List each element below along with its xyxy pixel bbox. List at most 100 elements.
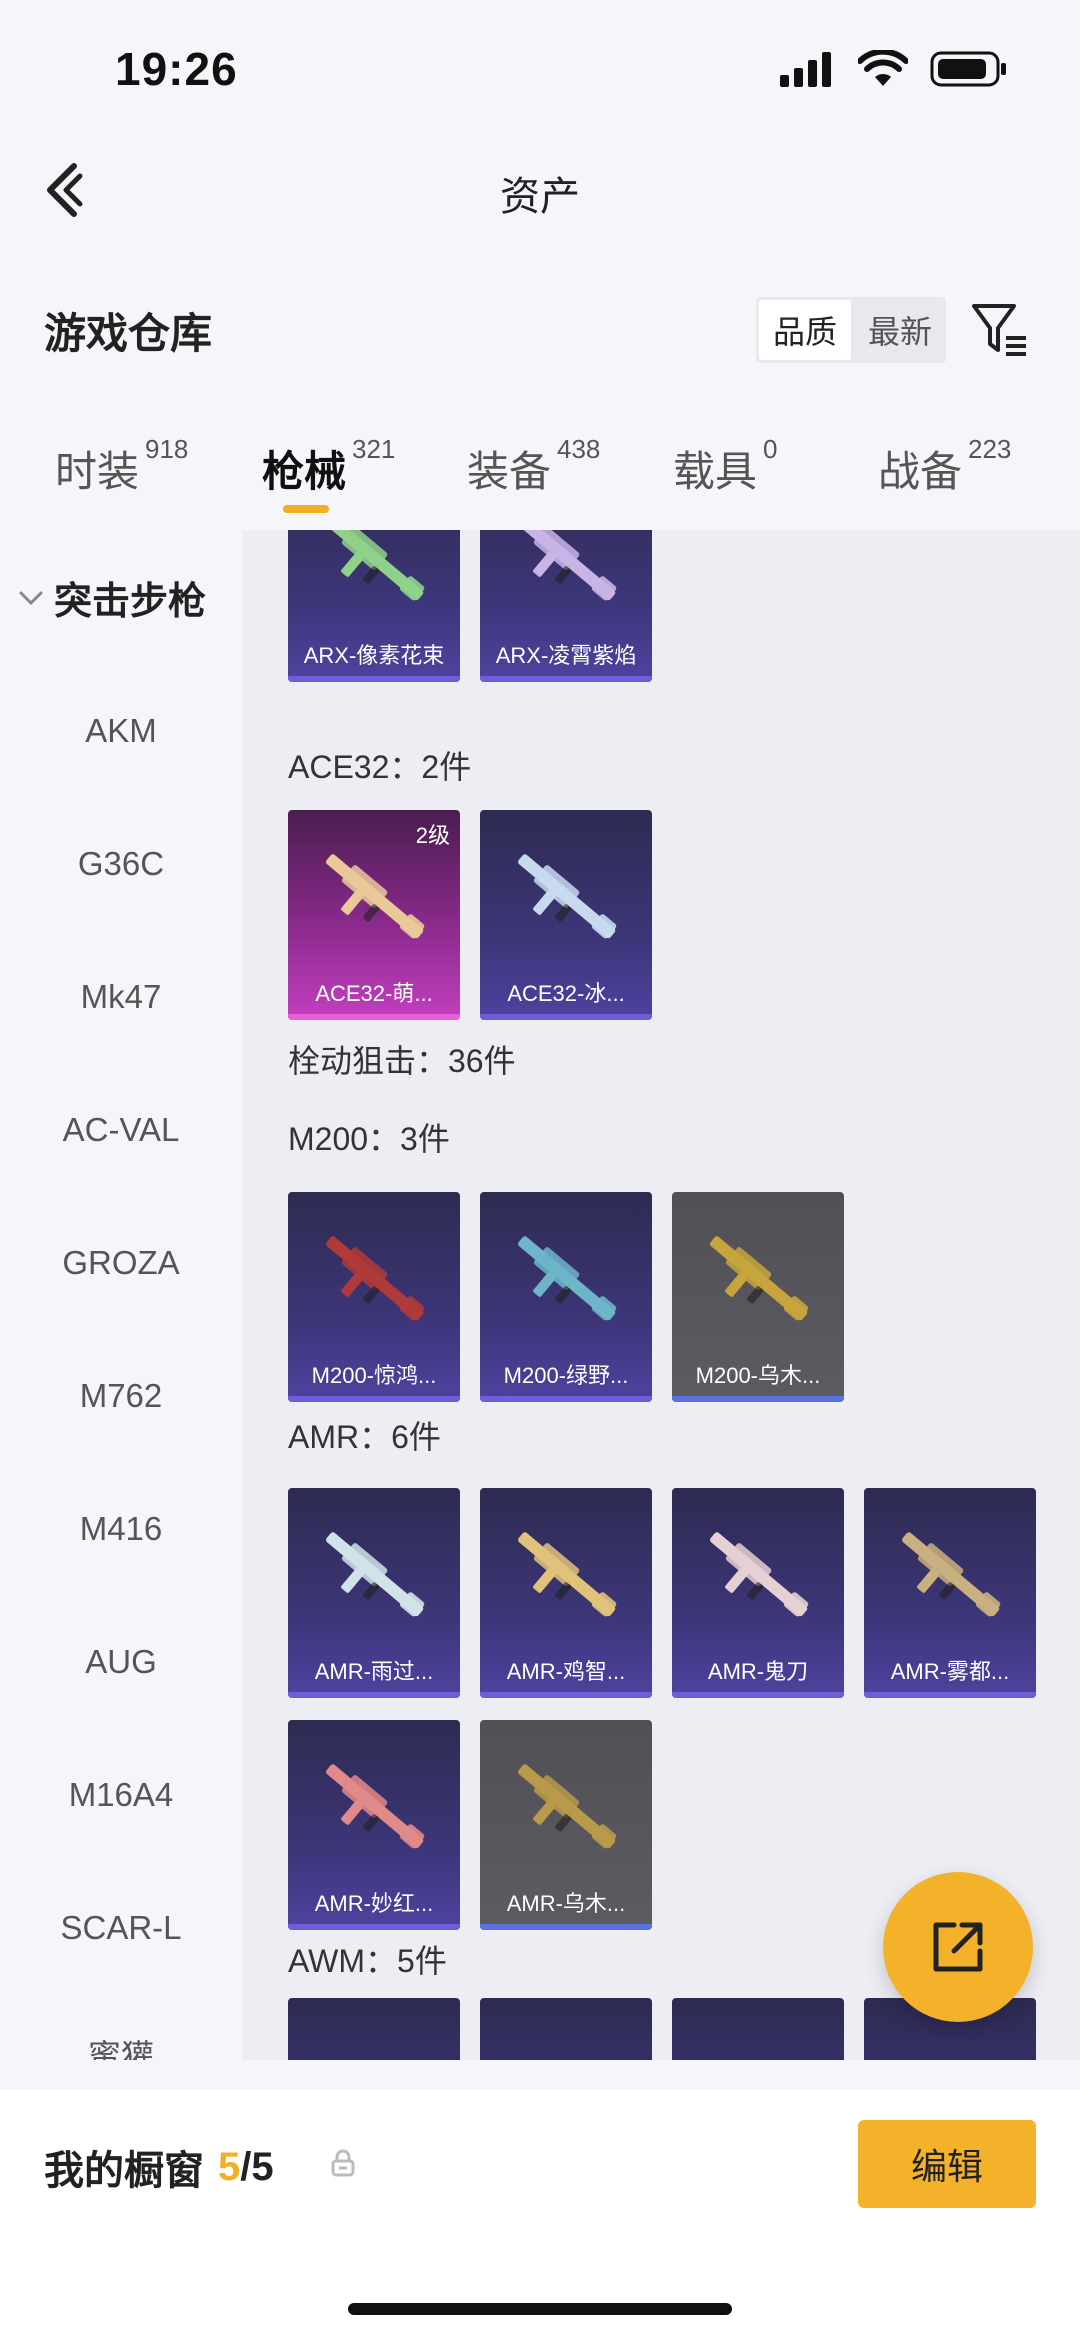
weapon-card[interactable]: ARX-凌霄紫焰 <box>480 530 652 682</box>
page-title: 资产 <box>500 175 580 219</box>
wifi-icon <box>858 50 908 86</box>
showcase-current: 5 <box>218 2144 241 2189</box>
rifle-icon <box>326 1532 425 1617</box>
tab-firearms[interactable]: 枪械 321 <box>262 434 395 499</box>
weapon-card[interactable]: AMR-乌木... <box>480 1720 652 1930</box>
weapon-card-partial[interactable] <box>672 1998 844 2060</box>
tab-vehicles[interactable]: 载具 0 <box>673 434 777 499</box>
sort-toggle: 品质 最新 <box>756 297 946 363</box>
card-name: ARX-凌霄紫焰 <box>495 643 637 668</box>
card-level-badge: 2级 <box>415 823 450 848</box>
share-float-button[interactable] <box>883 1872 1033 2022</box>
battery-icon <box>930 51 1006 87</box>
status-icons <box>778 50 1008 88</box>
weapon-card-partial[interactable] <box>288 1998 460 2060</box>
rarity-bar <box>480 676 652 682</box>
sort-option-newest[interactable]: 最新 <box>854 297 946 363</box>
tab-count: 321 <box>352 434 396 464</box>
rarity-bar <box>288 1692 460 1698</box>
rifle-icon <box>326 1764 425 1849</box>
group-label-awm: AWM：5件 <box>288 1943 447 1979</box>
tab-label: 枪械 <box>262 448 347 495</box>
showcase-panel: 我的橱窗 5/5 编辑 <box>0 2090 1080 2337</box>
rarity-bar <box>864 1692 1036 1698</box>
rifle-icon <box>902 1532 1001 1617</box>
rifle-icon <box>326 1236 425 1321</box>
sidebar-item-m16a4[interactable]: M16A4 <box>0 1776 242 1814</box>
rarity-bar <box>672 1396 844 1402</box>
showcase-count: 5/5 <box>218 2145 274 2190</box>
sidebar-item-g36c[interactable]: G36C <box>0 845 242 883</box>
rarity-bar <box>672 1692 844 1698</box>
weapon-grid: ACE32：2件 栓动狙击：36件 M200：3件 AMR：6件 AWM：5件 … <box>242 530 1080 2060</box>
rarity-bar <box>288 676 460 682</box>
card-name: ACE32-萌... <box>315 981 433 1006</box>
card-name: M200-惊鸿... <box>311 1363 437 1388</box>
weapon-card[interactable]: 2级 ACE32-萌... <box>288 810 460 1020</box>
sidebar-item-groza[interactable]: GROZA <box>0 1244 242 1282</box>
sidebar-item-aug[interactable]: AUG <box>0 1643 242 1681</box>
rifle-icon <box>710 1532 809 1617</box>
sort-option-quality[interactable]: 品质 <box>759 300 851 360</box>
weapon-card[interactable]: ARX-像素花束 <box>288 530 460 682</box>
weapon-card[interactable]: AMR-鬼刀 <box>672 1488 844 1698</box>
tab-label: 时装 <box>55 448 140 495</box>
weapon-card[interactable]: M200-惊鸿... <box>288 1192 460 1402</box>
group-label-m200: M200：3件 <box>288 1121 450 1157</box>
card-name: M200-乌木... <box>695 1363 821 1388</box>
rarity-bar <box>288 1924 460 1930</box>
card-name: AMR-雾都... <box>890 1659 1010 1684</box>
edit-button[interactable]: 编辑 <box>858 2120 1036 2208</box>
rarity-bar <box>288 1396 460 1402</box>
rarity-bar <box>480 1692 652 1698</box>
filter-button[interactable] <box>970 300 1030 360</box>
tab-label: 装备 <box>467 448 552 495</box>
sidebar-item-honey-badger[interactable]: 蜜獾 <box>0 2030 242 2060</box>
tab-fashion[interactable]: 时装 918 <box>55 434 188 499</box>
status-bar: 19:26 <box>0 0 1080 140</box>
active-tab-indicator <box>283 505 329 513</box>
tab-count: 438 <box>557 434 601 464</box>
rarity-bar <box>480 1924 652 1930</box>
tab-count: 223 <box>968 434 1012 464</box>
card-name: ACE32-冰... <box>507 981 625 1006</box>
card-name: AMR-鸡智... <box>506 1659 626 1684</box>
sidebar-item-scar-l[interactable]: SCAR-L <box>0 1909 242 1947</box>
showcase-label: 我的橱窗 5/5 <box>44 2138 274 2196</box>
category-tabs: 时装 918 枪械 321 装备 438 载具 0 战备 223 <box>0 420 1080 530</box>
card-name: AMR-雨过... <box>314 1659 434 1684</box>
rarity-bar <box>288 1014 460 1020</box>
weapon-card[interactable]: ACE32-冰... <box>480 810 652 1020</box>
tab-count: 918 <box>145 434 189 464</box>
group-label-amr: AMR：6件 <box>288 1419 441 1455</box>
tab-equipment[interactable]: 装备 438 <box>467 434 600 499</box>
showcase-title: 我的橱窗 <box>44 2149 204 2193</box>
tab-supplies[interactable]: 战备 223 <box>878 434 1011 499</box>
card-name: AMR-妙红... <box>314 1891 434 1916</box>
rifle-icon <box>518 1236 617 1321</box>
sidebar-item-m416[interactable]: M416 <box>0 1510 242 1548</box>
group-label-ace32: ACE32：2件 <box>288 749 472 785</box>
chevron-down-icon <box>19 591 43 605</box>
sidebar-item-m762[interactable]: M762 <box>0 1377 242 1415</box>
rifle-icon <box>518 1532 617 1617</box>
sidebar-item-mk47[interactable]: Mk47 <box>0 978 242 1016</box>
weapon-card[interactable]: AMR-雨过... <box>288 1488 460 1698</box>
status-time: 19:26 <box>115 43 238 95</box>
weapon-card[interactable]: AMR-雾都... <box>864 1488 1036 1698</box>
weapon-card[interactable]: M200-乌木... <box>672 1192 844 1402</box>
rarity-bar <box>480 1014 652 1020</box>
weapon-card[interactable]: AMR-鸡智... <box>480 1488 652 1698</box>
weapon-card-partial[interactable] <box>480 1998 652 2060</box>
sidebar-item-akm[interactable]: AKM <box>0 712 242 750</box>
weapon-card[interactable]: M200-绿野... <box>480 1192 652 1402</box>
card-name: ARX-像素花束 <box>303 643 445 668</box>
section-header: 游戏仓库 品质 最新 <box>0 280 1080 380</box>
card-name: AMR-鬼刀 <box>707 1659 809 1684</box>
showcase-total: /5 <box>240 2144 274 2189</box>
weapon-card[interactable]: AMR-妙红... <box>288 1720 460 1930</box>
sidebar-group-assault-rifle[interactable]: 突击步枪 <box>18 570 206 625</box>
sidebar-group-label: 突击步枪 <box>54 581 207 623</box>
sidebar-item-ac-val[interactable]: AC-VAL <box>0 1111 242 1149</box>
rifle-icon <box>518 530 617 601</box>
